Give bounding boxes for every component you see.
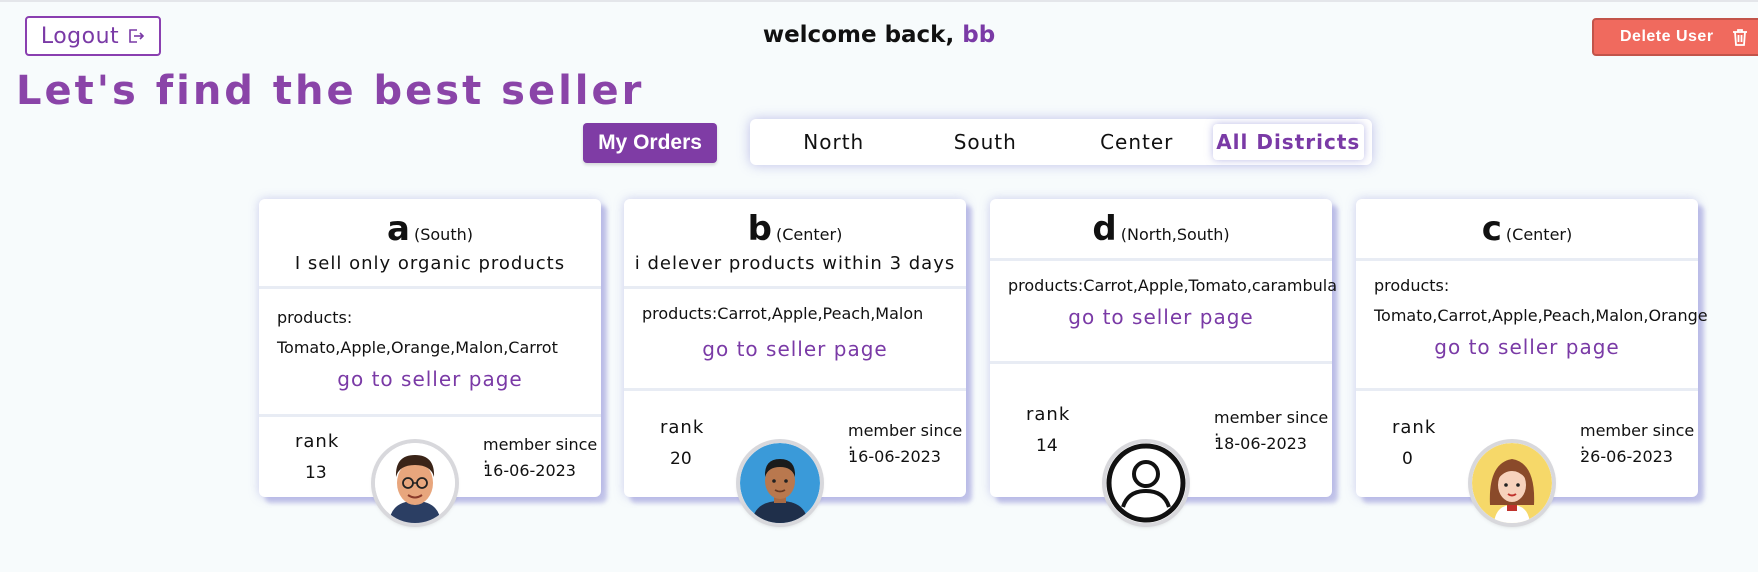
tab-all-districts[interactable]: All Districts [1212,124,1364,160]
seller-products: products: Tomato,Carrot,Apple,Peach,Malo… [1356,261,1708,331]
seller-page-link[interactable]: go to seller page [990,305,1332,329]
rank-label: rank [660,417,705,438]
welcome-message: welcome back, bb [0,22,1758,48]
divider [1356,388,1698,391]
seller-products: products:Carrot,Apple,Tomato,carambula [990,261,1337,301]
divider [624,388,966,391]
seller-name: c [1481,209,1502,249]
products-label: products: [1374,276,1450,295]
seller-name: b [747,209,772,249]
seller-district: (South) [413,225,473,244]
rank-value: 20 [670,449,692,469]
seller-page-link[interactable]: go to seller page [1356,335,1698,359]
tab-north[interactable]: North [758,124,910,160]
seller-name: d [1092,209,1117,249]
card-header: c (Center) [1356,199,1698,261]
seller-description: i delever products within 3 days [634,253,956,274]
avatar [740,443,820,523]
products-list: Tomato,Apple,Orange,Malon,Carrot [277,338,558,357]
seller-products: products:Carrot,Apple,Peach,Malon [624,289,966,329]
seller-district: (North,South) [1120,225,1230,244]
username: bb [962,22,996,48]
rank-value: 13 [305,463,327,483]
avatar [1106,443,1186,523]
man-blue-avatar-icon [740,443,820,523]
products-label: products: [642,304,718,323]
products-label: products: [277,308,353,327]
trash-icon [1732,29,1747,46]
seller-card: b (Center) i delever products within 3 da… [624,199,966,523]
tab-south[interactable]: South [910,124,1062,160]
seller-card: c (Center) products: Tomato,Carrot,Apple,… [1356,199,1708,523]
rank-label: rank [1026,404,1071,425]
delete-user-button[interactable]: Delete User [1592,18,1758,56]
seller-district: (Center) [776,225,843,244]
products-list: Carrot,Apple,Tomato,carambula [1083,276,1338,295]
page-title: Let's find the best seller [16,68,645,114]
district-filter: North South Center All Districts [750,119,1372,165]
products-list: Carrot,Apple,Peach,Malon [717,304,924,323]
seller-description: I sell only organic products [294,253,566,274]
card-header: d (North,South) [990,199,1332,261]
my-orders-button[interactable]: My Orders [583,123,717,163]
member-since-value: 26-06-2023 [1580,447,1673,466]
divider [259,414,601,417]
seller-district: (Center) [1505,225,1573,244]
member-since-value: 18-06-2023 [1214,434,1307,453]
rank-label: rank [295,431,340,452]
man-glasses-avatar-icon [375,443,455,523]
seller-page-link[interactable]: go to seller page [624,337,966,361]
seller-name: a [387,209,410,249]
rank-value: 0 [1402,449,1413,469]
seller-products: products: Tomato,Apple,Orange,Malon,Carr… [259,289,601,363]
divider [990,361,1332,364]
avatar [1472,443,1552,523]
rank-label: rank [1392,417,1437,438]
products-list: Tomato,Carrot,Apple,Peach,Malon,Orange [1374,306,1708,325]
seller-card: d (North,South) products:Carrot,Apple,Tom… [990,199,1337,523]
seller-page-link[interactable]: go to seller page [259,367,601,391]
woman-avatar-icon [1472,443,1552,523]
tab-center[interactable]: Center [1061,124,1213,160]
seller-card: a (South) I sell only organic products pr… [259,199,601,523]
member-since-value: 16-06-2023 [848,447,941,466]
default-user-avatar-icon [1106,443,1186,523]
welcome-prefix: welcome back, [762,22,955,48]
rank-value: 14 [1036,436,1058,456]
delete-user-label: Delete User [1620,28,1714,45]
products-label: products: [1008,276,1084,295]
member-since-value: 16-06-2023 [483,461,576,480]
avatar [375,443,455,523]
